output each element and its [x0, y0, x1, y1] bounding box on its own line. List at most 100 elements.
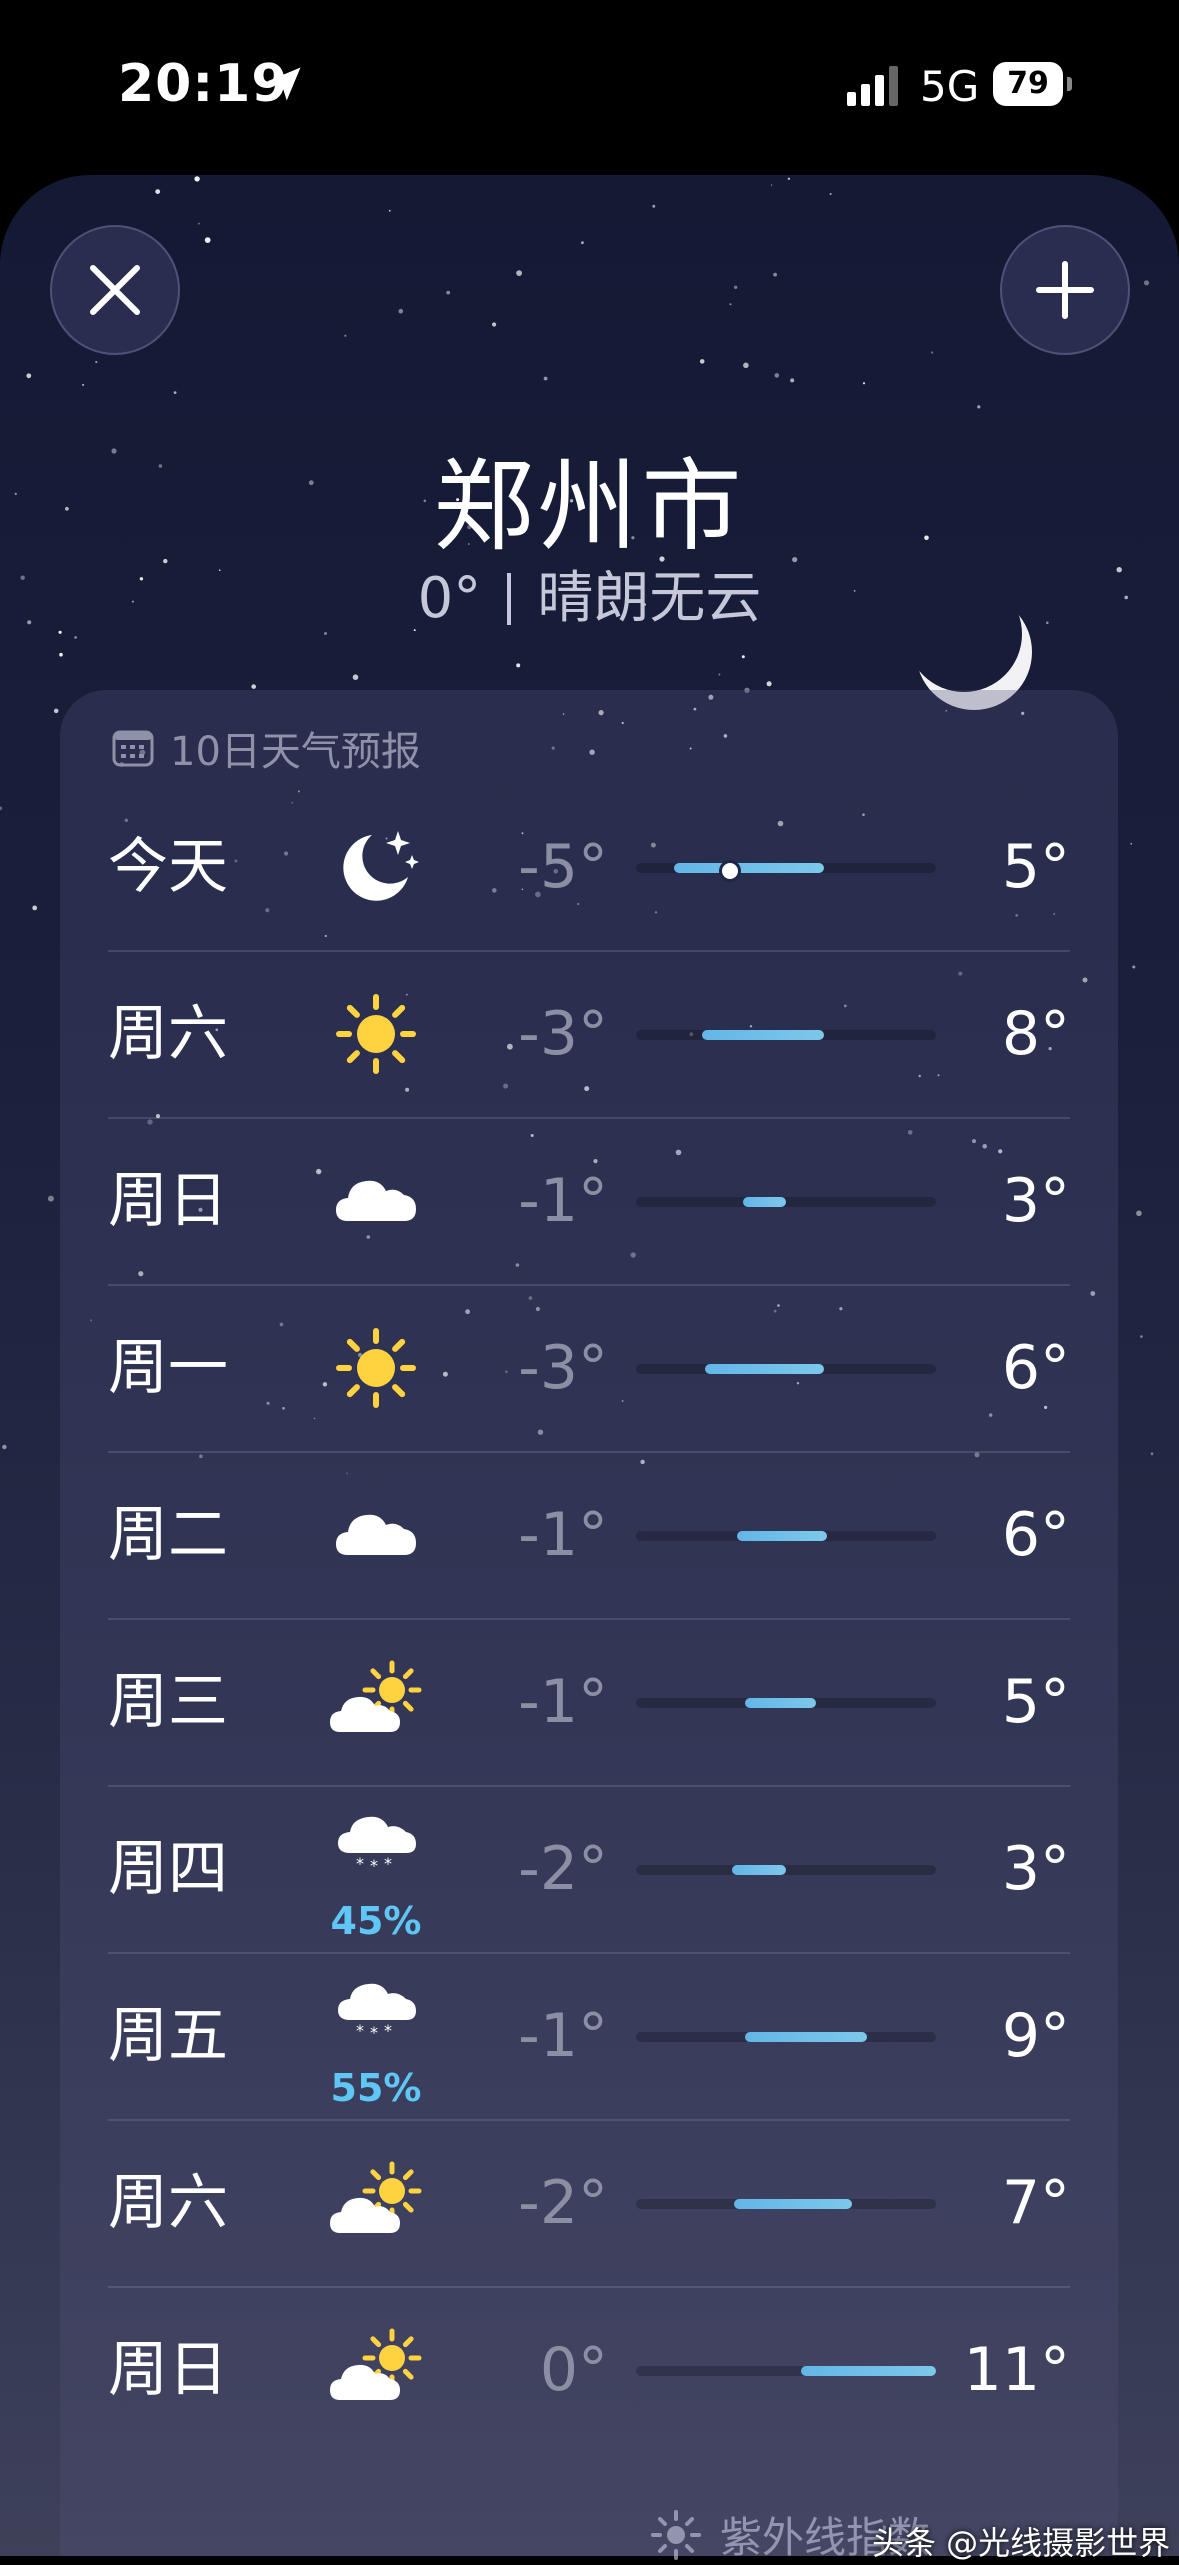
ten-day-forecast-card: 10日天气预报 今天 -5° 5° 周六 -3° 8° 周日 -1° 3° 周一 -3° 6° 周二 -…: [60, 690, 1118, 2556]
sun-icon: [326, 1318, 426, 1418]
temperature-range-track: [636, 2032, 936, 2042]
forecast-day: 周二: [108, 1500, 228, 1570]
forecast-row[interactable]: 周三 -1° 5°: [108, 1620, 1070, 1787]
temperature-range-track: [636, 1364, 936, 1374]
high-temperature: 5°: [1001, 832, 1070, 902]
high-temperature: 8°: [1001, 999, 1070, 1069]
temperature-range-bar: [733, 2199, 852, 2209]
cellular-signal-icon: [847, 66, 898, 106]
temperature-range-bar: [705, 1364, 824, 1374]
svg-text:*: *: [384, 2021, 392, 2040]
current-summary: 0° 晴朗无云: [0, 553, 1179, 634]
forecast-list: 今天 -5° 5° 周六 -3° 8° 周日 -1° 3° 周一 -3° 6° 周二 -1° 6° 周三 -…: [108, 785, 1070, 2453]
temperature-range-track: [636, 2366, 936, 2376]
low-temperature: -1°: [518, 1500, 608, 1570]
forecast-row[interactable]: 周四 * * * 45% -2° 3°: [108, 1787, 1070, 1954]
location-arrow-icon: [267, 67, 301, 101]
low-temperature: 0°: [539, 2335, 608, 2405]
forecast-header: 10日天气预报: [112, 718, 421, 778]
high-temperature: 6°: [1001, 1333, 1070, 1403]
status-bar: 20:19 5G 79: [0, 0, 1179, 170]
precipitation-chance: 45%: [330, 1899, 422, 1943]
temperature-range-track: [636, 1030, 936, 1040]
temperature-range-bar: [744, 1698, 816, 1708]
cloud-icon: [326, 1485, 426, 1585]
current-temperature: 0°: [417, 566, 482, 631]
temperature-range-track: [636, 1197, 936, 1207]
low-temperature: -5°: [518, 832, 608, 902]
sun-icon: [326, 984, 426, 1084]
current-condition: 晴朗无云: [537, 566, 762, 631]
svg-text:*: *: [370, 1856, 378, 1875]
temperature-range-bar: [737, 1531, 828, 1541]
svg-text:*: *: [370, 2023, 378, 2042]
low-temperature: -3°: [518, 999, 608, 1069]
forecast-row[interactable]: 周五 * * * 55% -1° 9°: [108, 1954, 1070, 2121]
temperature-range-track: [636, 1698, 936, 1708]
forecast-day: 今天: [108, 832, 228, 902]
temperature-range-track: [636, 1531, 936, 1541]
temperature-range-track: [636, 2199, 936, 2209]
sun-watermark-icon: [651, 2509, 701, 2560]
calendar-icon: [112, 730, 154, 767]
forecast-day: 周一: [108, 1333, 228, 1403]
low-temperature: -1°: [518, 2001, 608, 2071]
temperature-range-track: [636, 860, 936, 882]
forecast-row[interactable]: 周六 -2° 7°: [108, 2121, 1070, 2288]
forecast-row[interactable]: 周一 -3° 6°: [108, 1286, 1070, 1453]
temperature-range-track: [636, 1865, 936, 1875]
partly-cloudy-icon: [326, 2153, 426, 2253]
high-temperature: 7°: [1001, 2168, 1070, 2238]
forecast-row[interactable]: 周日 0° 11°: [108, 2288, 1070, 2453]
high-temperature: 5°: [1001, 1667, 1070, 1737]
temperature-range-bar: [801, 2366, 936, 2376]
forecast-day: 周五: [108, 2001, 228, 2071]
forecast-row[interactable]: 周日 -1° 3°: [108, 1119, 1070, 1286]
cloud-icon: [326, 1151, 426, 1251]
city-name: 郑州市: [433, 448, 746, 565]
forecast-day: 周六: [108, 2168, 228, 2238]
forecast-title: 10日天气预报: [170, 729, 421, 775]
temperature-range-bar: [673, 863, 824, 873]
temperature-range-bar: [744, 2032, 867, 2042]
close-icon: [90, 265, 140, 315]
forecast-day: 周三: [108, 1667, 228, 1737]
partly-cloudy-icon: [326, 2320, 426, 2420]
precipitation-chance: 55%: [330, 2066, 422, 2110]
plus-icon: [1036, 261, 1094, 319]
network-type: 5G: [920, 62, 980, 111]
low-temperature: -3°: [518, 1333, 608, 1403]
moon-stars-icon: [326, 817, 426, 917]
weather-sheet: 郑州市 0° 晴朗无云 10日天气预报 今天 -5° 5° 周六 -3° 8° 周日 -1° 3…: [0, 175, 1179, 2556]
snow-icon: * * *: [326, 1968, 426, 2068]
forecast-row[interactable]: 周二 -1° 6°: [108, 1453, 1070, 1620]
high-temperature: 3°: [1001, 1166, 1070, 1236]
low-temperature: -1°: [518, 1667, 608, 1737]
high-temperature: 9°: [1001, 2001, 1070, 2071]
source-watermark: 头条 @光线摄影世界: [872, 2524, 1171, 2562]
low-temperature: -2°: [518, 1834, 608, 1904]
forecast-day: 周六: [108, 999, 228, 1069]
low-temperature: -2°: [518, 2168, 608, 2238]
forecast-day: 周日: [108, 2335, 228, 2405]
partly-cloudy-icon: [326, 1652, 426, 1752]
svg-text:*: *: [384, 1854, 392, 1873]
forecast-day: 周四: [108, 1834, 228, 1904]
current-temperature-marker: [718, 860, 741, 882]
temperature-range-bar: [701, 1030, 824, 1040]
svg-text:*: *: [356, 1854, 364, 1873]
forecast-row[interactable]: 今天 -5° 5°: [108, 785, 1070, 952]
high-temperature: 3°: [1001, 1834, 1070, 1904]
battery-level: 79: [993, 62, 1063, 106]
add-button[interactable]: [1000, 225, 1130, 355]
forecast-row[interactable]: 周六 -3° 8°: [108, 952, 1070, 1119]
close-button[interactable]: [50, 225, 180, 355]
svg-text:*: *: [356, 2021, 364, 2040]
low-temperature: -1°: [518, 1166, 608, 1236]
snow-icon: * * *: [326, 1801, 426, 1901]
forecast-day: 周日: [108, 1166, 228, 1236]
temperature-range-bar: [731, 1865, 786, 1875]
high-temperature: 6°: [1001, 1500, 1070, 1570]
temperature-range-bar: [742, 1197, 786, 1207]
high-temperature: 11°: [963, 2335, 1070, 2405]
